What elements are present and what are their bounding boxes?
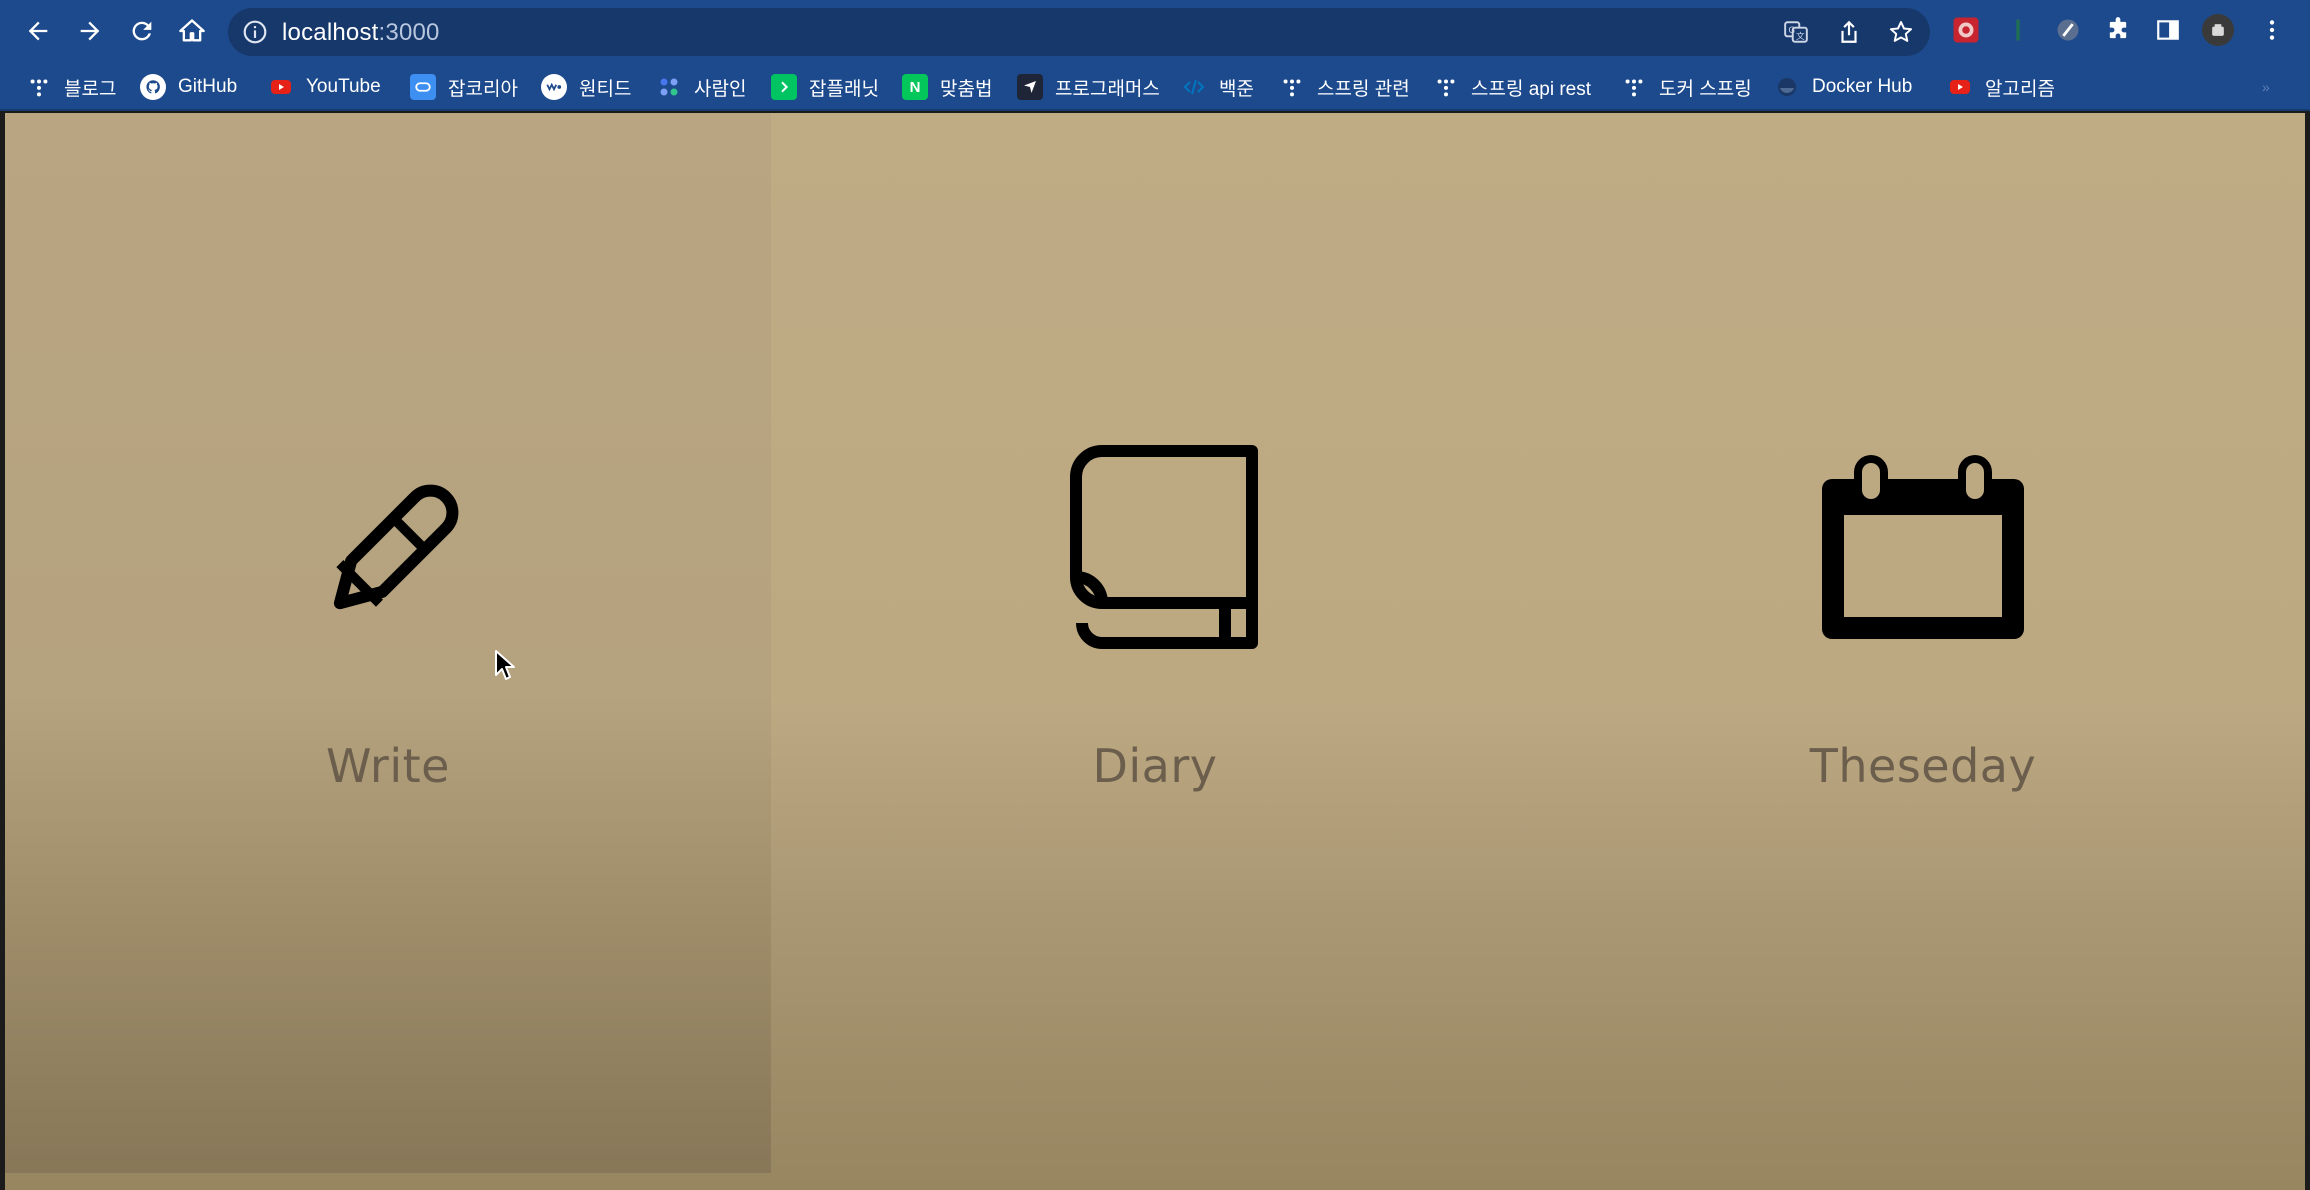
puzzle-icon <box>2109 17 2127 39</box>
programmers-icon <box>1017 74 1043 100</box>
bookmark-label: GitHub <box>178 76 238 97</box>
tistory-icon <box>1621 74 1647 100</box>
address-bar[interactable]: localhost:3000 G 文 <box>228 8 1930 56</box>
site-info-icon[interactable] <box>242 19 268 45</box>
forward-icon <box>80 21 100 41</box>
bookmark-baekjoon[interactable]: 백준 <box>1181 63 1254 111</box>
bookmark-label: 스프링 관련 <box>1317 78 1410 100</box>
reload-button[interactable] <box>121 10 163 52</box>
bookmarks-overflow-button[interactable]: » <box>2262 63 2270 111</box>
browser-toolbar: localhost:3000 G 文 <box>0 0 2310 63</box>
reload-icon <box>132 21 152 41</box>
bookmark-label: 블로그 <box>64 78 117 100</box>
diary-label: Diary <box>1092 739 1218 793</box>
extension-icon[interactable] <box>2002 14 2034 46</box>
bookmark-saramin[interactable]: 사람인 <box>656 63 746 111</box>
bookmark-label: 백준 <box>1219 78 1254 100</box>
theseday-tile[interactable]: Theseday <box>1723 443 2123 923</box>
calendar-icon <box>1822 455 2024 639</box>
circle-extension-icon <box>2057 19 2079 41</box>
bookmark-spring[interactable]: 스프링 관련 <box>1279 63 1410 111</box>
side-panel-icon <box>2157 20 2179 40</box>
profile-avatar[interactable] <box>2202 14 2234 46</box>
github-icon <box>140 74 166 100</box>
share-icon[interactable] <box>1836 19 1862 45</box>
url-text: localhost:3000 <box>282 19 440 47</box>
saramin-icon <box>656 74 682 100</box>
extensions-button[interactable] <box>2102 14 2134 46</box>
tistory-icon <box>1279 74 1305 100</box>
youtube-icon <box>1947 74 1973 100</box>
bookmark-label: 스프링 api rest <box>1471 78 1592 100</box>
svg-text:G: G <box>1788 26 1795 36</box>
green-extension-icon <box>2016 19 2020 41</box>
browser-window: localhost:3000 G 文 블로그 GitHub YouTube 잡코… <box>0 0 2310 1190</box>
pencil-icon <box>333 484 459 610</box>
extension-icon[interactable] <box>2052 14 2084 46</box>
bookmark-label: 맞춤법 <box>940 78 993 100</box>
book-icon <box>1070 445 1258 649</box>
url-port: :3000 <box>378 19 440 46</box>
home-button[interactable] <box>171 10 213 52</box>
jobkorea-icon <box>410 74 436 100</box>
bookmark-label: 도커 스프링 <box>1659 78 1752 100</box>
forward-button[interactable] <box>69 10 111 52</box>
bookmark-wanted[interactable]: 원티드 <box>541 63 631 111</box>
write-tile[interactable]: Write <box>188 443 588 923</box>
svg-text:文: 文 <box>1796 30 1805 42</box>
write-label: Write <box>326 739 450 793</box>
naver-icon: N <box>902 74 928 100</box>
url-host: localhost <box>282 19 379 46</box>
tistory-icon <box>1433 74 1459 100</box>
bookmark-github[interactable]: GitHub <box>140 63 237 111</box>
docker-icon <box>1774 74 1800 100</box>
diary-tile[interactable]: Diary <box>955 443 1355 923</box>
avatar-icon <box>2212 24 2224 36</box>
back-button[interactable] <box>17 10 59 52</box>
red-puzzle-extension-icon <box>1953 17 1979 43</box>
mouse-cursor-icon <box>495 650 515 680</box>
page-content: Write Diary Theseday <box>5 113 2305 1190</box>
translate-icon[interactable]: G 文 <box>1783 19 1809 45</box>
bookmark-label: YouTube <box>306 76 381 97</box>
code-icon <box>1181 74 1207 100</box>
bookmark-spellcheck[interactable]: N 맞춤법 <box>902 63 992 111</box>
home-icon <box>179 19 205 42</box>
bookmark-star-icon[interactable] <box>1888 19 1914 45</box>
bookmark-label: 프로그래머스 <box>1055 78 1160 100</box>
tistory-icon <box>26 74 52 100</box>
extension-icon[interactable] <box>1950 14 1982 46</box>
bookmark-label: 사람인 <box>694 78 747 100</box>
bookmark-jobkorea[interactable]: 잡코리아 <box>410 63 518 111</box>
bookmark-programmers[interactable]: 프로그래머스 <box>1017 63 1160 111</box>
bookmark-youtube[interactable]: YouTube <box>268 63 381 111</box>
bookmark-label: 알고리즘 <box>1985 78 2055 100</box>
bookmark-label: 원티드 <box>579 78 632 100</box>
bookmark-label: 잡플래닛 <box>809 78 879 100</box>
bookmark-blog[interactable]: 블로그 <box>26 63 116 111</box>
bookmark-docker-hub[interactable]: Docker Hub <box>1774 63 1912 111</box>
side-panel-button[interactable] <box>2152 14 2184 46</box>
bookmark-jobplanet[interactable]: 잡플래닛 <box>771 63 879 111</box>
youtube-icon <box>268 74 294 100</box>
jobplanet-icon <box>771 74 797 100</box>
bookmarks-bar: 블로그 GitHub YouTube 잡코리아 원티드 사람인 잡플래닛 N 맞 <box>0 63 2310 111</box>
menu-kebab-icon <box>2269 20 2275 40</box>
browser-menu-button[interactable] <box>2256 14 2288 46</box>
bookmark-docker-spring[interactable]: 도커 스프링 <box>1621 63 1752 111</box>
back-icon <box>28 21 48 41</box>
bookmark-label: Docker Hub <box>1812 76 1913 97</box>
bookmark-label: 잡코리아 <box>448 78 518 100</box>
wanted-icon <box>541 74 567 100</box>
theseday-label: Theseday <box>1809 739 2037 793</box>
bookmark-spring-api-rest[interactable]: 스프링 api rest <box>1433 63 1591 111</box>
bookmark-algorithm[interactable]: 알고리즘 <box>1947 63 2055 111</box>
